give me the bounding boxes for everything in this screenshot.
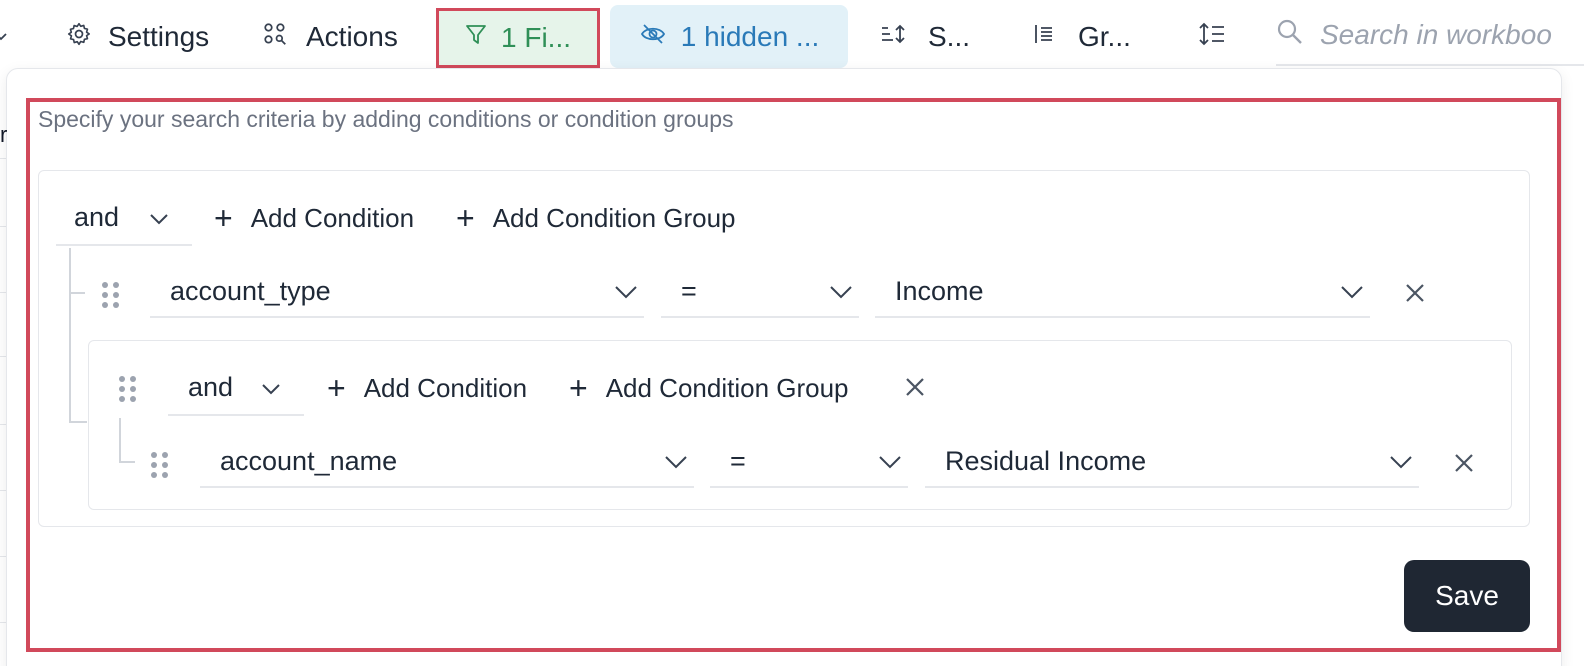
tree-connector	[69, 248, 71, 422]
collapse-chevron-icon[interactable]	[0, 6, 8, 68]
chevron-down-icon	[1389, 446, 1413, 477]
filter-button[interactable]: 1 Fi...	[436, 8, 600, 68]
chevron-down-icon	[149, 202, 169, 233]
condition-field-value: account_type	[170, 275, 331, 306]
nested-add-condition-button[interactable]: + Add Condition	[327, 366, 527, 410]
gear-icon	[66, 21, 92, 54]
nested-add-condition-group-button[interactable]: + Add Condition Group	[569, 366, 849, 410]
chevron-down-icon	[878, 446, 902, 477]
search-icon	[1276, 18, 1304, 53]
remove-condition-icon[interactable]	[1404, 282, 1426, 309]
hidden-fields-label: 1 hidden ...	[680, 20, 820, 52]
nested-operator-value: and	[188, 371, 234, 402]
settings-button[interactable]: Settings	[66, 6, 209, 68]
search-input[interactable]	[1320, 19, 1584, 51]
nested-add-condition-label: Add Condition	[363, 372, 528, 403]
tree-connector	[69, 292, 85, 294]
root-operator-select[interactable]: and	[56, 190, 192, 246]
root-add-condition-label: Add Condition	[250, 202, 415, 233]
tree-connector	[69, 421, 87, 423]
hidden-fields-button[interactable]: 1 hidden ...	[610, 5, 848, 68]
group-button[interactable]: Gr...	[1032, 6, 1131, 68]
nested-condition-comparator-value: =	[730, 445, 746, 476]
chevron-down-icon	[1340, 276, 1364, 307]
toolbar: Settings Actions 1 Fi... 1 hidden ... S.…	[0, 0, 1584, 70]
background-partial-text: r	[0, 122, 8, 147]
nested-condition-value-select[interactable]: Residual Income	[925, 436, 1419, 488]
sort-icon	[880, 21, 906, 53]
remove-condition-icon[interactable]	[1453, 452, 1475, 479]
row-height-button[interactable]	[1198, 6, 1226, 68]
condition-field-select[interactable]: account_type	[150, 266, 644, 318]
root-add-condition-button[interactable]: + Add Condition	[214, 196, 414, 240]
plus-icon: +	[214, 200, 233, 236]
drag-handle-icon[interactable]	[117, 374, 139, 409]
nested-condition-comparator-select[interactable]: =	[710, 436, 908, 488]
filter-icon	[465, 22, 487, 54]
chevron-down-icon	[829, 276, 853, 307]
condition-value: Income	[895, 275, 984, 306]
drag-handle-icon[interactable]	[100, 280, 122, 315]
actions-button[interactable]: Actions	[262, 6, 398, 68]
group-label: Gr...	[1078, 21, 1131, 52]
chevron-down-icon	[614, 276, 638, 307]
actions-label: Actions	[306, 21, 398, 52]
plus-icon: +	[327, 370, 346, 406]
condition-comparator-select[interactable]: =	[661, 266, 859, 318]
nested-condition-field-select[interactable]: account_name	[200, 436, 694, 488]
condition-comparator-value: =	[681, 275, 697, 306]
plus-icon: +	[569, 370, 588, 406]
group-icon	[1032, 21, 1056, 53]
search-box[interactable]	[1276, 6, 1584, 66]
chevron-down-icon	[664, 446, 688, 477]
root-operator-value: and	[74, 201, 120, 232]
nested-condition-value: Residual Income	[945, 445, 1147, 476]
root-add-condition-group-label: Add Condition Group	[492, 202, 736, 233]
remove-group-icon[interactable]	[904, 376, 926, 403]
condition-value-select[interactable]: Income	[875, 266, 1370, 318]
chevron-down-icon	[261, 372, 281, 403]
filter-hint: Specify your search criteria by adding c…	[38, 106, 734, 132]
sort-label: S...	[928, 21, 971, 52]
eye-off-icon	[639, 21, 667, 53]
drag-handle-icon[interactable]	[149, 450, 171, 485]
tree-connector	[119, 461, 135, 463]
nested-operator-select[interactable]: and	[168, 360, 304, 416]
nested-add-condition-group-label: Add Condition Group	[605, 372, 849, 403]
nested-condition-field-value: account_name	[220, 445, 398, 476]
settings-label: Settings	[108, 21, 210, 52]
root-add-condition-group-button[interactable]: + Add Condition Group	[456, 196, 736, 240]
sort-button[interactable]: S...	[880, 6, 970, 68]
plus-icon: +	[456, 200, 475, 236]
row-height-icon	[1198, 21, 1226, 54]
tree-connector	[119, 418, 121, 462]
filter-label: 1 Fi...	[500, 22, 571, 53]
actions-icon	[262, 21, 288, 54]
save-button[interactable]: Save	[1404, 560, 1530, 632]
